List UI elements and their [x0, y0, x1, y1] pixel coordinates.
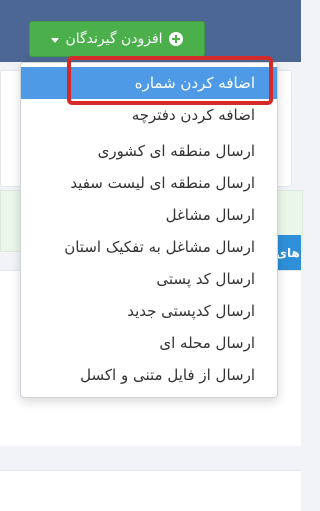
- menu-item-label: ارسال منطقه ای لیست سفید: [70, 174, 255, 192]
- background-footer-panel: [0, 470, 301, 511]
- recipients-dropdown-menu: اضافه کردن شماره اضافه کردن دفترچه ارسال…: [20, 62, 278, 398]
- menu-item-whitelist-region[interactable]: ارسال منطقه ای لیست سفید: [21, 167, 277, 199]
- menu-item-label: ارسال منطقه ای کشوری: [97, 142, 255, 160]
- menu-item-add-number[interactable]: اضافه کردن شماره: [21, 67, 277, 99]
- menu-item-label: ارسال مشاغل به تفکیک استان: [64, 238, 255, 256]
- menu-item-jobs[interactable]: ارسال مشاغل: [21, 199, 277, 231]
- background-tab-label: های: [276, 246, 300, 260]
- menu-item-label: ارسال مشاغل: [165, 206, 255, 224]
- background-tab[interactable]: های: [276, 235, 301, 271]
- menu-item-postal-code[interactable]: ارسال کد پستی: [21, 263, 277, 295]
- menu-item-national-region[interactable]: ارسال منطقه ای کشوری: [21, 135, 277, 167]
- caret-down-icon: [51, 37, 60, 43]
- menu-item-neighborhood[interactable]: ارسال محله ای: [21, 327, 277, 359]
- menu-item-jobs-by-province[interactable]: ارسال مشاغل به تفکیک استان: [21, 231, 277, 263]
- plus-circle-icon: [168, 32, 183, 46]
- menu-item-label: اضافه کردن شماره: [134, 74, 255, 92]
- menu-item-label: ارسال کدپستی جدید: [127, 302, 255, 320]
- menu-item-new-postal-code[interactable]: ارسال کدپستی جدید: [21, 295, 277, 327]
- add-recipients-label: افزودن گیرندگان: [65, 31, 163, 47]
- menu-item-label: ارسال کد پستی: [156, 270, 255, 288]
- menu-item-from-file[interactable]: ارسال از فایل متنی و اکسل: [21, 359, 277, 391]
- menu-item-label: ارسال محله ای: [159, 334, 255, 352]
- menu-item-add-phonebook[interactable]: اضافه کردن دفترچه: [21, 99, 277, 131]
- add-recipients-button[interactable]: افزودن گیرندگان: [29, 21, 205, 57]
- menu-item-label: اضافه کردن دفترچه: [131, 106, 255, 124]
- menu-item-label: ارسال از فایل متنی و اکسل: [80, 366, 255, 384]
